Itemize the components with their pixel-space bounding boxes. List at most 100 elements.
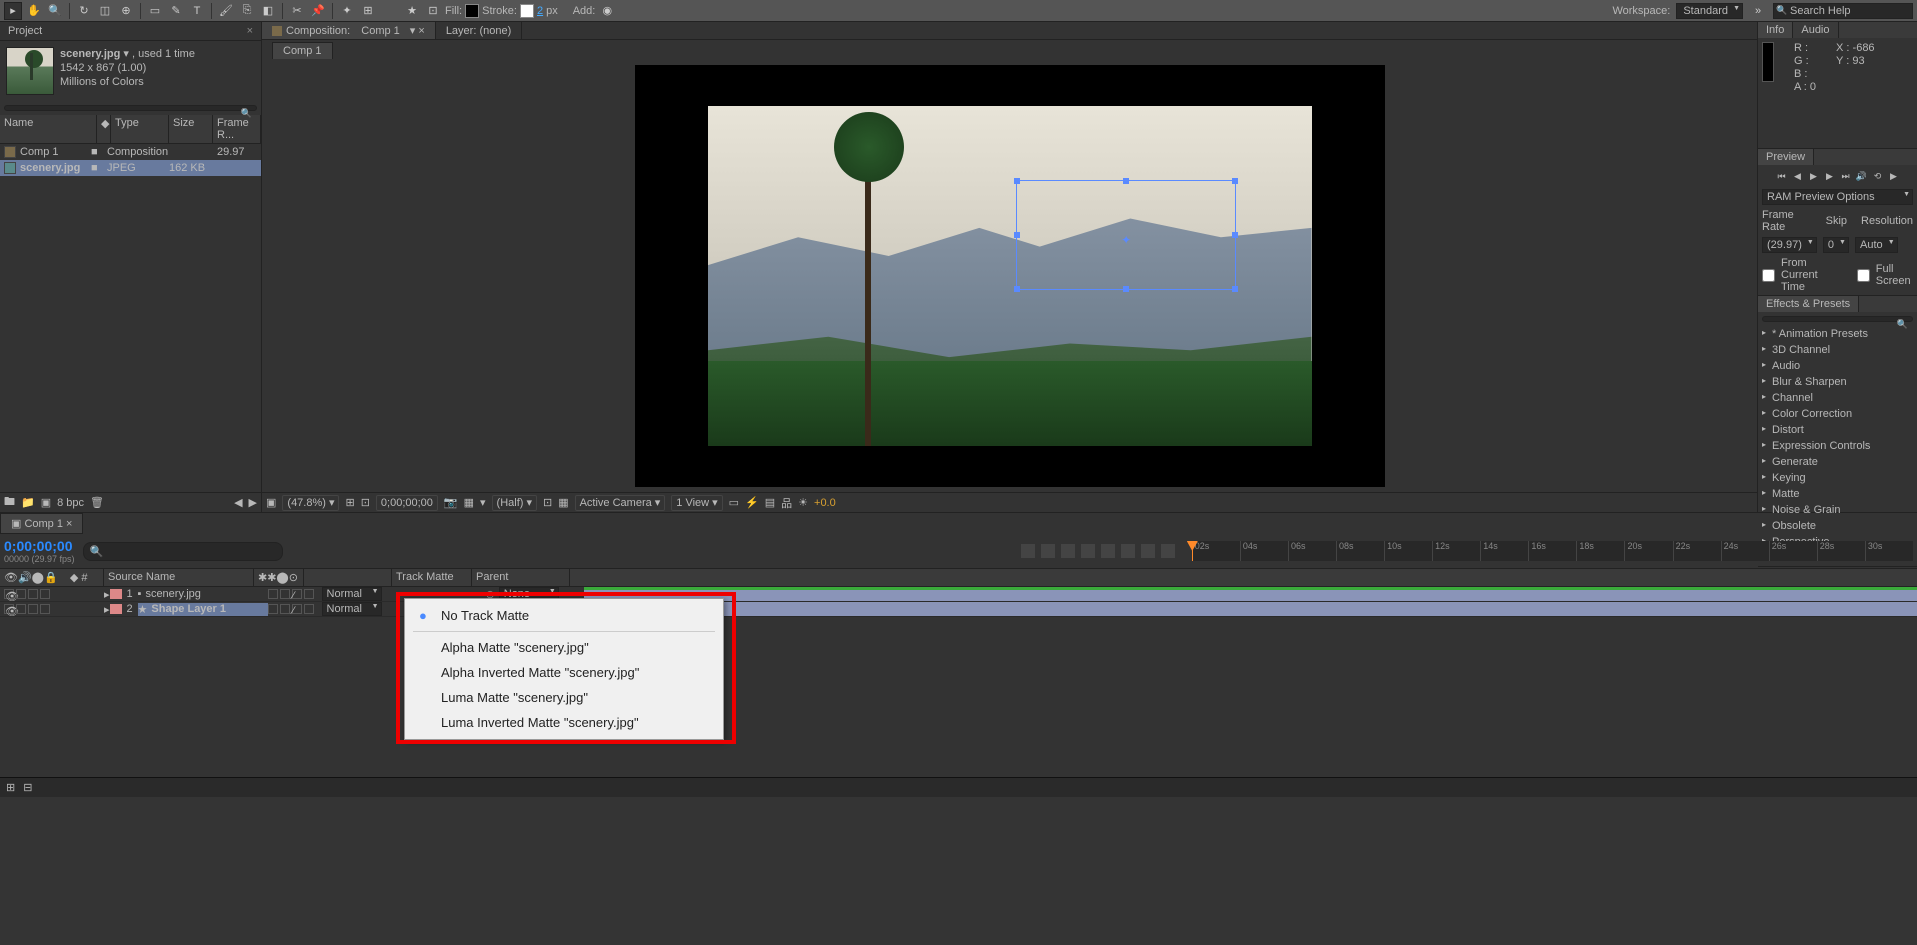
resize-handle[interactable] <box>1014 286 1020 292</box>
prev-frame-button[interactable]: ◀ <box>1791 169 1805 183</box>
interpret-icon[interactable]: 🖿 <box>4 493 15 512</box>
frame-blend-icon[interactable] <box>1080 543 1096 559</box>
video-toggle[interactable]: 👁 <box>4 589 14 599</box>
mute-button[interactable]: 🔊 <box>1855 169 1869 183</box>
draft-3d-icon[interactable] <box>1040 543 1056 559</box>
ram-preview-dropdown[interactable]: RAM Preview Options <box>1762 189 1913 205</box>
view-dropdown[interactable]: 1 View ▾ <box>671 495 722 511</box>
project-item-comp[interactable]: Comp 1 ■ Composition 29.97 <box>0 144 261 160</box>
from-current-checkbox[interactable] <box>1762 269 1775 282</box>
effects-category[interactable]: Generate <box>1758 454 1917 470</box>
menu-item-alpha-inverted-matte[interactable]: Alpha Inverted Matte "scenery.jpg" <box>405 660 723 685</box>
show-channel-icon[interactable]: ▦ <box>464 496 474 509</box>
effects-category[interactable]: Distort <box>1758 422 1917 438</box>
search-help[interactable]: Search Help <box>1773 3 1913 19</box>
fast-draft-icon[interactable]: ⚡ <box>745 496 759 509</box>
transparency-grid-icon[interactable]: ▦ <box>558 496 568 509</box>
brainstorm-icon[interactable] <box>1120 543 1136 559</box>
effects-category[interactable]: Matte <box>1758 486 1917 502</box>
anchor-point-icon[interactable]: ✦ <box>1121 233 1131 247</box>
show-channel-menu[interactable]: ▾ <box>480 496 486 509</box>
new-folder-icon[interactable]: 📁 <box>21 496 35 509</box>
effects-category[interactable]: Channel <box>1758 390 1917 406</box>
snapshot-icon[interactable]: 📷 <box>444 496 458 509</box>
effects-category[interactable]: * Animation Presets <box>1758 326 1917 342</box>
blend-mode-dropdown[interactable]: Normal <box>322 602 382 616</box>
comp-mini-flowchart-icon[interactable] <box>1020 543 1036 559</box>
first-frame-button[interactable]: ⏮ <box>1775 169 1789 183</box>
skip-dropdown[interactable]: 0 <box>1823 237 1849 253</box>
local-axis-tool[interactable]: ✦ <box>338 2 356 20</box>
pen-tool[interactable]: ✎ <box>167 2 185 20</box>
stroke-width[interactable]: 2 <box>537 5 543 17</box>
resolution-dropdown[interactable]: (Half) ▾ <box>492 495 537 511</box>
effects-category[interactable]: Color Correction <box>1758 406 1917 422</box>
resize-handle[interactable] <box>1014 178 1020 184</box>
time-ruler[interactable]: 02s 04s 06s 08s 10s 12s 14s 16s 18s 20s … <box>1192 541 1913 561</box>
framerate-dropdown[interactable]: (29.97) <box>1762 237 1817 253</box>
bpc-button[interactable]: 8 bpc <box>57 497 84 509</box>
timeline-layer[interactable]: 👁 ▸ 2 ★Shape Layer 1 ∕ Normal ⊚ <box>0 602 1917 617</box>
composition-viewer[interactable]: ✦ <box>262 59 1757 492</box>
effects-category[interactable]: Keying <box>1758 470 1917 486</box>
snap-tool[interactable]: ⊡ <box>424 2 442 20</box>
menu-item-alpha-matte[interactable]: Alpha Matte "scenery.jpg" <box>405 635 723 660</box>
roi-icon[interactable]: ⊡ <box>543 496 552 509</box>
playhead[interactable] <box>1192 541 1193 561</box>
fast-preview-icon[interactable]: ⊡ <box>361 496 370 509</box>
resize-handle[interactable] <box>1123 178 1129 184</box>
resize-handle[interactable] <box>1232 178 1238 184</box>
star-tool[interactable]: ★ <box>403 2 421 20</box>
motion-blur-icon[interactable] <box>1100 543 1116 559</box>
puppet-tool[interactable]: 📌 <box>309 2 327 20</box>
brush-tool[interactable]: 🖌 <box>217 2 235 20</box>
effects-category[interactable]: 3D Channel <box>1758 342 1917 358</box>
stroke-swatch[interactable] <box>520 4 534 18</box>
rotate-tool[interactable]: ↻ <box>75 2 93 20</box>
current-time[interactable]: 0;00;00;00 <box>376 495 438 511</box>
always-preview-icon[interactable]: ▣ <box>266 496 276 509</box>
clone-tool[interactable]: ⎘ <box>238 2 256 20</box>
timeline-comp-tab[interactable]: ▣ Comp 1 × <box>0 513 83 534</box>
add-menu[interactable]: ◉ <box>598 2 616 20</box>
effects-category[interactable]: Noise & Grain <box>1758 502 1917 518</box>
ram-preview-button[interactable]: ▶ <box>1887 169 1901 183</box>
fill-swatch[interactable] <box>465 4 479 18</box>
resolution-icon[interactable]: ⊞ <box>345 496 354 509</box>
zoom-dropdown[interactable]: (47.8%) ▾ <box>282 495 339 511</box>
shape-selection-box[interactable]: ✦ <box>1016 180 1236 290</box>
pan-behind-tool[interactable]: ⊕ <box>117 2 135 20</box>
timeline-layer[interactable]: 👁 ▸ 1 ▪scenery.jpg ∕ Normal ⊚None <box>0 587 1917 602</box>
info-tab[interactable]: Info <box>1758 22 1793 38</box>
graph-editor-icon[interactable] <box>1160 543 1176 559</box>
effects-search[interactable] <box>1762 316 1913 322</box>
resolution-dropdown[interactable]: Auto <box>1855 237 1898 253</box>
menu-item-luma-matte[interactable]: Luma Matte "scenery.jpg" <box>405 685 723 710</box>
loop-button[interactable]: ⟲ <box>1871 169 1885 183</box>
project-search[interactable] <box>4 105 257 111</box>
workspace-options[interactable]: » <box>1749 2 1767 20</box>
layer-tab[interactable]: Layer: (none) <box>436 22 522 39</box>
hide-shy-icon[interactable] <box>1060 543 1076 559</box>
play-button[interactable]: ▶ <box>1807 169 1821 183</box>
resize-handle[interactable] <box>1232 286 1238 292</box>
timeline-icon[interactable]: ▤ <box>765 496 775 509</box>
audio-tab[interactable]: Audio <box>1793 22 1838 38</box>
eraser-tool[interactable]: ◧ <box>259 2 277 20</box>
resize-handle[interactable] <box>1123 286 1129 292</box>
world-axis-tool[interactable]: ⊞ <box>359 2 377 20</box>
zoom-tool[interactable]: 🔍 <box>46 2 64 20</box>
shape-tool[interactable]: ▭ <box>146 2 164 20</box>
effects-presets-tab[interactable]: Effects & Presets <box>1758 296 1859 312</box>
text-tool[interactable]: T <box>188 2 206 20</box>
video-toggle[interactable]: 👁 <box>4 604 14 614</box>
effects-category[interactable]: Blur & Sharpen <box>1758 374 1917 390</box>
effects-category[interactable]: Expression Controls <box>1758 438 1917 454</box>
effects-category[interactable]: Obsolete <box>1758 518 1917 534</box>
comp-sub-tab[interactable]: Comp 1 <box>272 42 333 59</box>
trash-icon[interactable]: 🗑 <box>90 496 104 509</box>
full-screen-checkbox[interactable] <box>1857 269 1870 282</box>
project-tab[interactable]: Project× <box>0 22 261 41</box>
camera-dropdown[interactable]: Active Camera ▾ <box>575 495 666 511</box>
preview-tab[interactable]: Preview <box>1758 149 1814 165</box>
